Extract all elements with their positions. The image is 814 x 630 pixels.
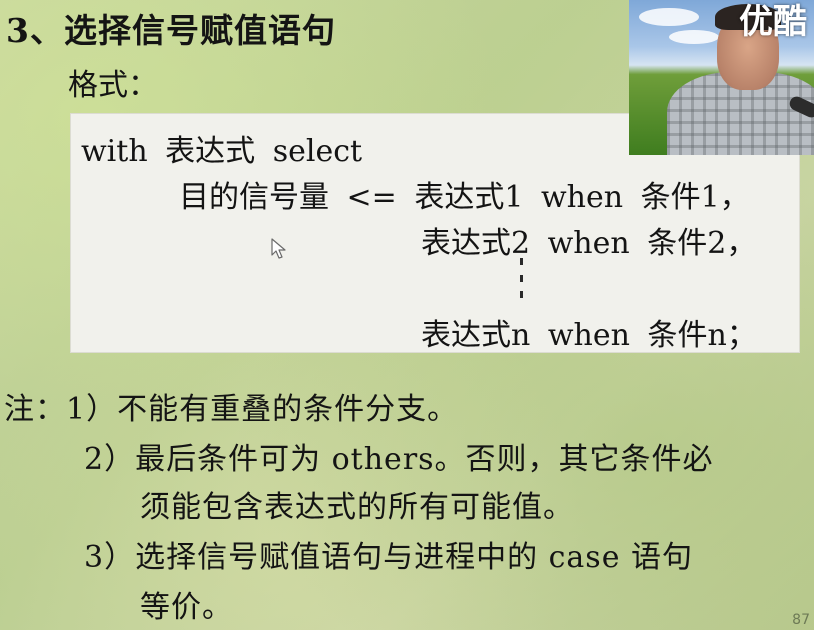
syntax-line-expression-2: 表达式2 when 条件2， bbox=[421, 226, 757, 261]
video-cloud bbox=[669, 30, 719, 44]
video-watermark: 优酷 bbox=[739, 2, 807, 42]
note-3-line-1: 3）选择信号赋值语句与进程中的 case 语句 bbox=[84, 540, 693, 575]
note-1: 注：1）不能有重叠的条件分支。 bbox=[4, 392, 459, 427]
syntax-line-expression-n: 表达式n when 条件n； bbox=[421, 318, 757, 353]
note-2-line-1: 2）最后条件可为 others。否则，其它条件必 bbox=[84, 442, 714, 477]
video-cloud bbox=[639, 8, 699, 26]
page-number: 87 bbox=[792, 612, 810, 628]
note-3-line-2: 等价。 bbox=[140, 590, 233, 625]
syntax-line-with-select: with 表达式 select bbox=[81, 134, 363, 169]
syntax-line-target-signal: 目的信号量 <= 表达式1 when 条件1， bbox=[179, 180, 750, 215]
slide-title: 3、选择信号赋值语句 bbox=[6, 11, 336, 50]
vertical-ellipsis-icon bbox=[518, 258, 524, 298]
note-2-line-2: 须能包含表达式的所有可能值。 bbox=[140, 490, 574, 525]
mouse-cursor-icon bbox=[271, 238, 286, 259]
presenter-video[interactable]: 优酷 bbox=[629, 0, 814, 155]
format-label: 格式： bbox=[68, 68, 158, 103]
